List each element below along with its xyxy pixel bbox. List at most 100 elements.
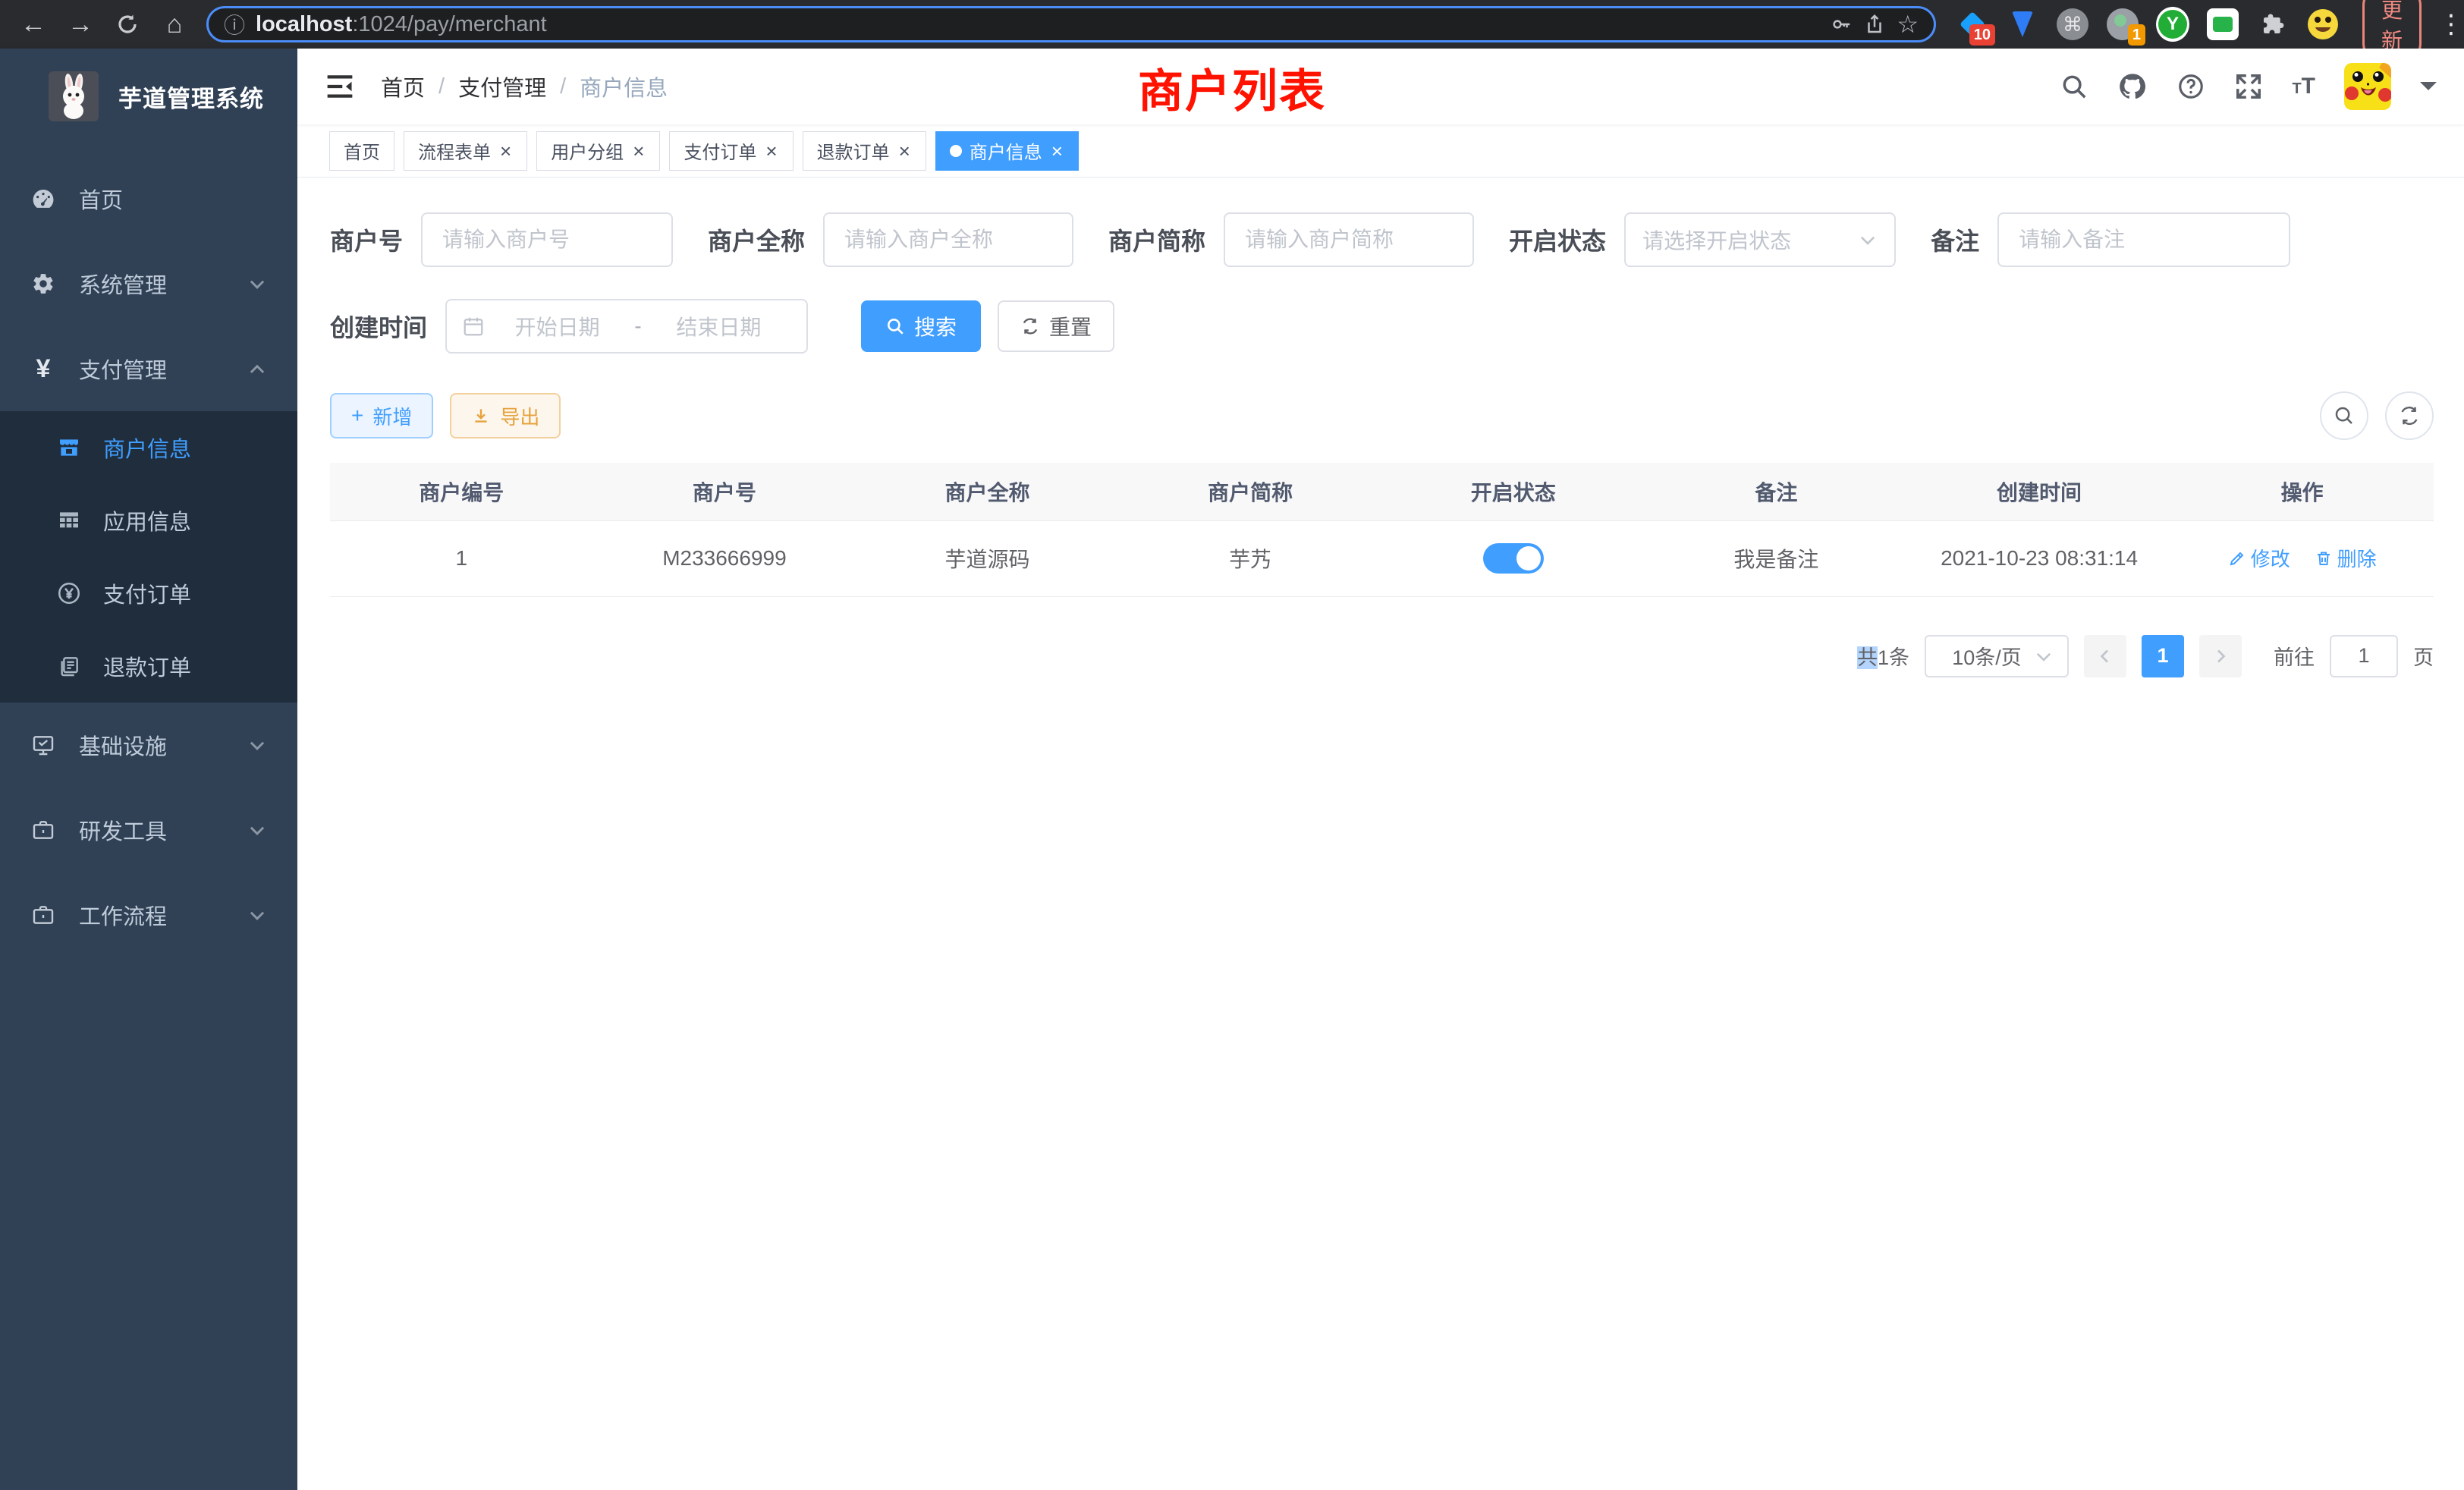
search-icon (2333, 404, 2356, 427)
merchant-no-input[interactable] (421, 212, 673, 267)
close-icon[interactable]: × (631, 141, 646, 161)
trash-icon (2315, 549, 2333, 567)
add-button[interactable]: + 新增 (330, 393, 433, 439)
sidebar: 芋道管理系统 首页 系统管理 ¥ 支付管理 (0, 49, 297, 1490)
bookmark-star-icon[interactable]: ☆ (1897, 10, 1919, 39)
filter-row-2: 创建时间 开始日期 - 结束日期 搜索 重置 (330, 299, 2434, 354)
avatar-caret-icon[interactable] (2420, 82, 2437, 99)
browser-nav: ← → ⌂ (14, 5, 194, 44)
tab-home[interactable]: 首页 (329, 131, 394, 171)
close-icon[interactable]: × (498, 141, 513, 161)
export-button[interactable]: 导出 (450, 393, 561, 439)
full-name-input[interactable] (823, 212, 1073, 267)
profile-emoji-icon[interactable] (2306, 8, 2340, 41)
date-end-placeholder: 结束日期 (646, 311, 791, 341)
breadcrumb-pay[interactable]: 支付管理 (458, 71, 546, 102)
refresh-icon (2398, 404, 2421, 427)
chevron-up-icon (247, 359, 267, 379)
status-toggle[interactable] (1483, 543, 1544, 574)
sidebar-item-workflow[interactable]: 工作流程 (0, 872, 297, 957)
cell-remark: 我是备注 (1645, 520, 1908, 596)
sidebar-item-pay[interactable]: ¥ 支付管理 (0, 326, 297, 411)
search-icon (885, 316, 905, 336)
sidebar-item-system[interactable]: 系统管理 (0, 241, 297, 326)
prev-page-button[interactable] (2084, 635, 2126, 677)
merchant-table: 商户编号 商户号 商户全称 商户简称 开启状态 备注 创建时间 操作 1 M23… (330, 463, 2434, 597)
chevron-down-icon (2034, 646, 2054, 666)
page-annotation: 商户列表 (1138, 55, 1326, 121)
font-size-icon[interactable]: TT (2292, 74, 2315, 99)
extension-command-icon[interactable]: ⌘ (2056, 8, 2089, 41)
sidebar-item-merchant-info[interactable]: 商户信息 (0, 411, 297, 484)
edit-icon (2228, 549, 2246, 567)
extensions-puzzle-icon[interactable] (2256, 8, 2290, 41)
back-icon[interactable]: ← (14, 5, 53, 44)
extension-diamond-icon[interactable]: 10 (1956, 8, 1989, 41)
tab-process-form[interactable]: 流程表单× (404, 131, 527, 171)
extension-status-icon[interactable]: 1 (2106, 8, 2139, 41)
search-button[interactable]: 搜索 (861, 300, 981, 352)
sidebar-item-app-info[interactable]: 应用信息 (0, 484, 297, 557)
help-icon[interactable] (2176, 72, 2205, 101)
cell-actions: 修改 删除 (2170, 520, 2434, 596)
logo-bunny-icon (49, 71, 99, 121)
edit-button[interactable]: 修改 (2228, 544, 2290, 572)
next-page-button[interactable] (2199, 635, 2242, 677)
filter-remark: 备注 (1931, 212, 2290, 267)
sidebar-fold-icon[interactable] (325, 73, 355, 100)
sidebar-item-refund-order[interactable]: 退款订单 (0, 630, 297, 703)
reload-icon[interactable] (108, 5, 147, 44)
tab-refund-order[interactable]: 退款订单× (803, 131, 926, 171)
sidebar-menu: 首页 系统管理 ¥ 支付管理 商户信息 (0, 156, 297, 957)
page-number-1[interactable]: 1 (2142, 635, 2184, 677)
search-icon[interactable] (2060, 72, 2088, 101)
tab-merchant-info[interactable]: 商户信息× (935, 131, 1079, 171)
url-bar[interactable]: ⓘ localhost:1024/pay/merchant ☆ (206, 6, 1936, 42)
sidebar-item-infra[interactable]: 基础设施 (0, 703, 297, 787)
password-key-icon[interactable] (1830, 13, 1853, 36)
filter-merchant-no: 商户号 (330, 212, 673, 267)
home-icon[interactable]: ⌂ (155, 5, 194, 44)
sidebar-item-pay-order[interactable]: 支付订单 (0, 557, 297, 630)
status-select[interactable]: 请选择开启状态 (1624, 212, 1896, 267)
filter-full-name: 商户全称 (708, 212, 1073, 267)
sidebar-item-devtools[interactable]: 研发工具 (0, 787, 297, 872)
remark-input[interactable] (1997, 212, 2290, 267)
close-icon[interactable]: × (897, 141, 912, 161)
toggle-search-button[interactable] (2320, 391, 2368, 440)
page-unit-label: 页 (2413, 641, 2434, 671)
page-size-select[interactable]: 10条/页 (1925, 635, 2069, 677)
page-info-icon[interactable]: ⓘ (224, 9, 245, 39)
filter-create-time: 创建时间 开始日期 - 结束日期 (330, 299, 808, 354)
col-short-name: 商户简称 (1119, 463, 1382, 520)
tab-user-group[interactable]: 用户分组× (536, 131, 660, 171)
browser-menu-icon[interactable]: ⋮ (2438, 9, 2464, 39)
briefcase-icon (30, 903, 56, 927)
refresh-table-button[interactable] (2385, 391, 2434, 440)
tags-view: 首页 流程表单× 用户分组× 支付订单× 退款订单× 商户信息× (297, 124, 2464, 178)
date-range-input[interactable]: 开始日期 - 结束日期 (445, 299, 808, 354)
goto-page-input[interactable] (2330, 635, 2398, 677)
avatar[interactable] (2344, 63, 2391, 110)
browser-chrome: ← → ⌂ ⓘ localhost:1024/pay/merchant ☆ 10… (0, 0, 2464, 49)
sidebar-item-home[interactable]: 首页 (0, 156, 297, 241)
close-icon[interactable]: × (1050, 141, 1064, 161)
delete-button[interactable]: 删除 (2315, 544, 2377, 572)
extension-chat-icon[interactable] (2206, 8, 2239, 41)
close-icon[interactable]: × (764, 141, 778, 161)
github-icon[interactable] (2117, 71, 2148, 102)
documents-icon (56, 654, 82, 678)
extension-y-icon[interactable]: Y (2156, 8, 2189, 41)
short-name-input[interactable] (1224, 212, 1474, 267)
forward-icon[interactable]: → (61, 5, 100, 44)
date-start-placeholder: 开始日期 (485, 311, 630, 341)
reset-button[interactable]: 重置 (998, 300, 1114, 352)
share-icon[interactable] (1863, 13, 1886, 36)
chevron-down-icon (247, 735, 267, 755)
grid-icon (56, 508, 82, 533)
app-logo[interactable]: 芋道管理系统 (0, 49, 297, 141)
tab-pay-order[interactable]: 支付订单× (669, 131, 793, 171)
breadcrumb-home[interactable]: 首页 (381, 71, 425, 102)
fullscreen-icon[interactable] (2234, 72, 2263, 101)
extension-gem-icon[interactable] (2006, 8, 2039, 41)
